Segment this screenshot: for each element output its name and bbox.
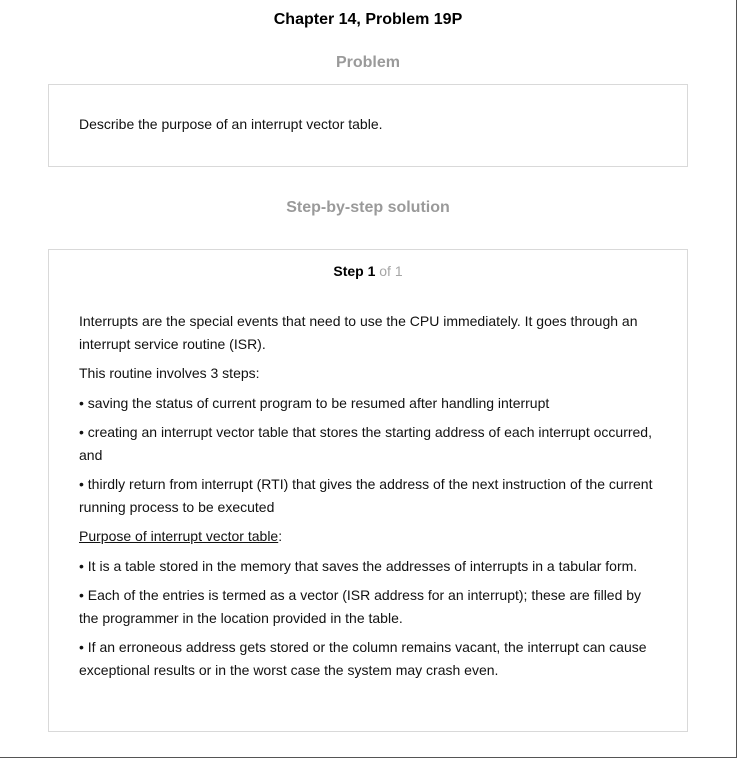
step-count: of 1 <box>379 263 403 279</box>
step-body: Interrupts are the special events that n… <box>79 310 664 688</box>
problem-box: Describe the purpose of an interrupt vec… <box>48 84 688 167</box>
purpose-colon: : <box>278 528 283 544</box>
purpose-bullet: • Each of the entries is termed as a vec… <box>79 587 642 626</box>
step-label: Step 1 <box>333 263 376 279</box>
solution-paragraph: This routine involves 3 steps: <box>79 365 260 381</box>
page: Chapter 14, Problem 19P Problem Describe… <box>0 0 737 758</box>
purpose-heading: Purpose of interrupt vector table: <box>79 525 664 548</box>
purpose-bullet: • It is a table stored in the memory tha… <box>79 557 638 574</box>
problem-text: Describe the purpose of an interrupt vec… <box>79 116 383 132</box>
solution-bullet: • saving the status of current program t… <box>79 394 550 411</box>
solution-box: Step 1 of 1 Interrupts are the special e… <box>48 249 688 732</box>
purpose-label: Purpose of interrupt vector table <box>79 528 279 544</box>
solution-heading: Step-by-step solution <box>286 199 450 216</box>
solution-bullet: • thirdly return from interrupt (RTI) th… <box>79 476 653 515</box>
step-header: Step 1 of 1 <box>49 263 687 279</box>
solution-paragraph: Interrupts are the special events that n… <box>79 313 638 352</box>
solution-bullet: • creating an interrupt vector table tha… <box>79 424 652 463</box>
purpose-bullet: • If an erroneous address gets stored or… <box>79 639 647 678</box>
page-title: Chapter 14, Problem 19P <box>273 11 463 28</box>
problem-heading: Problem <box>335 54 400 71</box>
